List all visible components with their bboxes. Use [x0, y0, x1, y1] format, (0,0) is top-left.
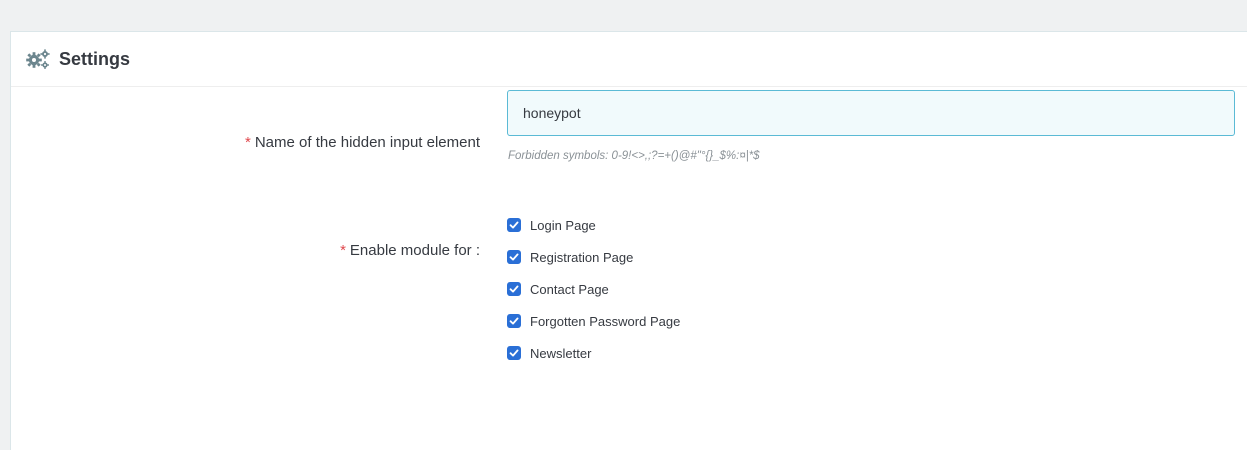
checkbox-checked-icon[interactable] [507, 218, 521, 232]
enable-module-label-text: Enable module for : [349, 242, 480, 259]
checkbox-checked-icon[interactable] [507, 346, 521, 360]
option-label[interactable]: Registration Page [530, 250, 633, 265]
enable-module-label: * Enable module for : [340, 242, 480, 259]
enable-module-options: Login Page Registration Page Contact Pag… [507, 209, 680, 369]
forbidden-symbols-help: Forbidden symbols: 0-9!<>,;?=+()@#"°{}_$… [508, 150, 760, 162]
page: Settings * Name of the hidden input eleme… [0, 0, 1247, 450]
option-label[interactable]: Forgotten Password Page [530, 314, 680, 329]
option-label[interactable]: Newsletter [530, 346, 591, 361]
option-newsletter[interactable]: Newsletter [507, 337, 680, 369]
panel-title: Settings [59, 48, 131, 69]
checkbox-checked-icon[interactable] [507, 314, 521, 328]
hidden-input-label: * Name of the hidden input element [245, 134, 480, 151]
option-contact-page[interactable]: Contact Page [507, 273, 680, 305]
option-label[interactable]: Login Page [530, 218, 596, 233]
cogs-icon [25, 48, 51, 70]
option-label[interactable]: Contact Page [530, 282, 609, 297]
hidden-input-name-field[interactable] [507, 90, 1235, 136]
checkbox-checked-icon[interactable] [507, 250, 521, 264]
hidden-input-label-text: Name of the hidden input element [254, 134, 480, 151]
panel-heading: Settings [11, 32, 1247, 87]
checkbox-checked-icon[interactable] [507, 282, 521, 296]
option-registration-page[interactable]: Registration Page [507, 241, 680, 273]
required-mark: * [245, 134, 251, 151]
option-login-page[interactable]: Login Page [507, 209, 680, 241]
required-mark: * [340, 242, 346, 259]
option-forgotten-password-page[interactable]: Forgotten Password Page [507, 305, 680, 337]
